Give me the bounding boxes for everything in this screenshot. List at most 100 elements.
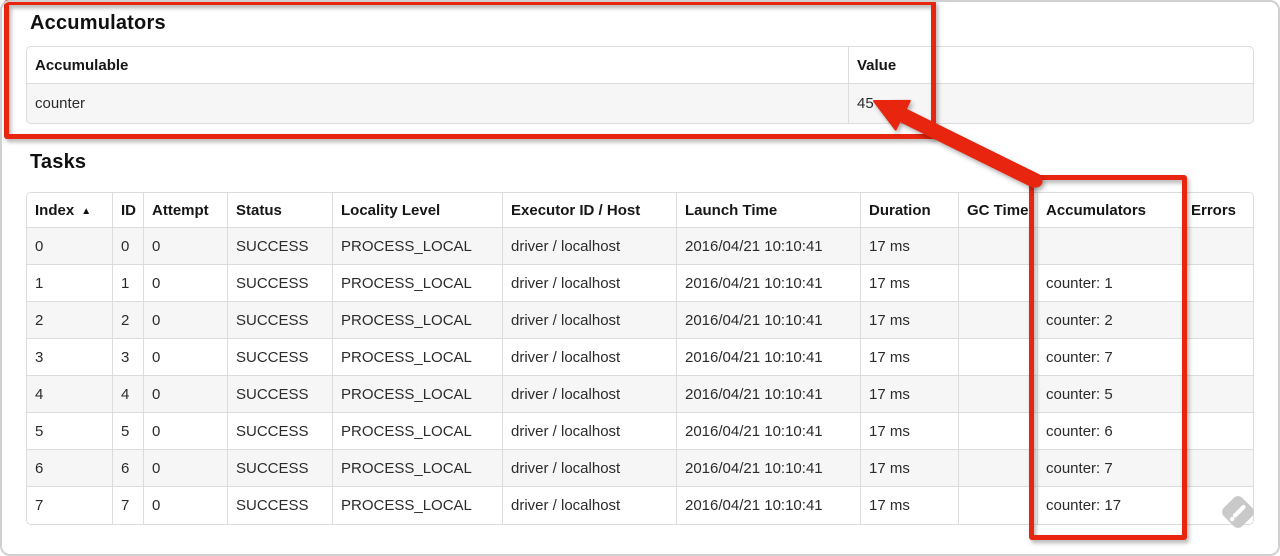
- tasks-section-heading: Tasks: [30, 151, 87, 173]
- col-header-accumulators[interactable]: Accumulators: [1038, 193, 1183, 228]
- cell-accumulators: [1038, 228, 1183, 265]
- cell-id: 7: [113, 487, 144, 524]
- cell-attempt: 0: [144, 487, 228, 524]
- cell-index: 4: [27, 376, 113, 413]
- task-row: 0 0 0 SUCCESS PROCESS_LOCAL driver / loc…: [27, 228, 1253, 265]
- accumulators-table: Accumulable Value counter 45: [26, 46, 1254, 124]
- tasks-table: Index ▲ ID Attempt Status Locality Level …: [26, 192, 1254, 525]
- cell-attempt: 0: [144, 302, 228, 339]
- cell-locality-level: PROCESS_LOCAL: [333, 339, 503, 376]
- tasks-header-row: Index ▲ ID Attempt Status Locality Level …: [27, 193, 1253, 228]
- col-header-gc-time[interactable]: GC Time: [959, 193, 1038, 228]
- col-header-executor-id-host[interactable]: Executor ID / Host: [503, 193, 677, 228]
- cell-accumulable-value: 45: [849, 84, 1253, 123]
- accumulators-section-heading: Accumulators: [30, 12, 166, 34]
- cell-launch-time: 2016/04/21 10:10:41: [677, 376, 861, 413]
- task-row: 3 3 0 SUCCESS PROCESS_LOCAL driver / loc…: [27, 339, 1253, 376]
- col-header-locality-level[interactable]: Locality Level: [333, 193, 503, 228]
- col-header-errors[interactable]: Errors: [1183, 193, 1253, 228]
- cell-duration: 17 ms: [861, 339, 959, 376]
- col-header-value: Value: [849, 47, 1253, 84]
- cell-locality-level: PROCESS_LOCAL: [333, 376, 503, 413]
- cell-id: 1: [113, 265, 144, 302]
- col-header-index[interactable]: Index ▲: [27, 193, 113, 228]
- cell-duration: 17 ms: [861, 302, 959, 339]
- cell-status: SUCCESS: [228, 265, 333, 302]
- cell-id: 2: [113, 302, 144, 339]
- col-header-launch-time[interactable]: Launch Time: [677, 193, 861, 228]
- cell-duration: 17 ms: [861, 450, 959, 487]
- cell-status: SUCCESS: [228, 413, 333, 450]
- cell-attempt: 0: [144, 450, 228, 487]
- cell-status: SUCCESS: [228, 450, 333, 487]
- cell-executor-id-host: driver / localhost: [503, 265, 677, 302]
- cell-launch-time: 2016/04/21 10:10:41: [677, 413, 861, 450]
- cell-duration: 17 ms: [861, 487, 959, 524]
- col-header-duration[interactable]: Duration: [861, 193, 959, 228]
- cell-id: 3: [113, 339, 144, 376]
- task-row: 6 6 0 SUCCESS PROCESS_LOCAL driver / loc…: [27, 450, 1253, 487]
- col-header-id[interactable]: ID: [113, 193, 144, 228]
- cell-id: 6: [113, 450, 144, 487]
- cell-accumulators: counter: 6: [1038, 413, 1183, 450]
- cell-locality-level: PROCESS_LOCAL: [333, 302, 503, 339]
- cell-accumulators: counter: 2: [1038, 302, 1183, 339]
- col-header-attempt[interactable]: Attempt: [144, 193, 228, 228]
- cell-gc-time: [959, 228, 1038, 265]
- cell-index: 1: [27, 265, 113, 302]
- cell-index: 5: [27, 413, 113, 450]
- cell-status: SUCCESS: [228, 487, 333, 524]
- cell-accumulable-name: counter: [27, 84, 849, 123]
- cell-accumulators: counter: 17: [1038, 487, 1183, 524]
- task-row: 2 2 0 SUCCESS PROCESS_LOCAL driver / loc…: [27, 302, 1253, 339]
- cell-executor-id-host: driver / localhost: [503, 339, 677, 376]
- cell-gc-time: [959, 450, 1038, 487]
- cell-launch-time: 2016/04/21 10:10:41: [677, 487, 861, 524]
- cell-index: 0: [27, 228, 113, 265]
- cell-errors: [1183, 450, 1253, 487]
- cell-duration: 17 ms: [861, 265, 959, 302]
- cell-locality-level: PROCESS_LOCAL: [333, 450, 503, 487]
- cell-accumulators: counter: 7: [1038, 450, 1183, 487]
- cell-index: 3: [27, 339, 113, 376]
- cell-index: 6: [27, 450, 113, 487]
- task-row: 7 7 0 SUCCESS PROCESS_LOCAL driver / loc…: [27, 487, 1253, 524]
- cell-attempt: 0: [144, 413, 228, 450]
- accumulators-header-row: Accumulable Value: [27, 47, 1253, 84]
- cell-executor-id-host: driver / localhost: [503, 228, 677, 265]
- cell-executor-id-host: driver / localhost: [503, 413, 677, 450]
- sort-ascending-icon: ▲: [81, 205, 92, 217]
- cell-id: 5: [113, 413, 144, 450]
- cell-duration: 17 ms: [861, 228, 959, 265]
- cell-id: 0: [113, 228, 144, 265]
- task-row: 4 4 0 SUCCESS PROCESS_LOCAL driver / loc…: [27, 376, 1253, 413]
- cell-index: 2: [27, 302, 113, 339]
- task-row: 1 1 0 SUCCESS PROCESS_LOCAL driver / loc…: [27, 265, 1253, 302]
- cell-launch-time: 2016/04/21 10:10:41: [677, 450, 861, 487]
- cell-gc-time: [959, 302, 1038, 339]
- cell-executor-id-host: driver / localhost: [503, 487, 677, 524]
- col-header-index-label: Index: [35, 201, 75, 219]
- cell-status: SUCCESS: [228, 339, 333, 376]
- cell-gc-time: [959, 339, 1038, 376]
- cell-executor-id-host: driver / localhost: [503, 302, 677, 339]
- cell-errors: [1183, 265, 1253, 302]
- cell-launch-time: 2016/04/21 10:10:41: [677, 228, 861, 265]
- cell-launch-time: 2016/04/21 10:10:41: [677, 302, 861, 339]
- cell-locality-level: PROCESS_LOCAL: [333, 228, 503, 265]
- cell-id: 4: [113, 376, 144, 413]
- cell-locality-level: PROCESS_LOCAL: [333, 487, 503, 524]
- cell-accumulators: counter: 5: [1038, 376, 1183, 413]
- cell-errors: [1183, 228, 1253, 265]
- col-header-status[interactable]: Status: [228, 193, 333, 228]
- cell-status: SUCCESS: [228, 228, 333, 265]
- feedly-watermark-icon: [1222, 496, 1254, 528]
- cell-launch-time: 2016/04/21 10:10:41: [677, 265, 861, 302]
- cell-duration: 17 ms: [861, 376, 959, 413]
- cell-errors: [1183, 302, 1253, 339]
- cell-errors: [1183, 339, 1253, 376]
- task-row: 5 5 0 SUCCESS PROCESS_LOCAL driver / loc…: [27, 413, 1253, 450]
- cell-launch-time: 2016/04/21 10:10:41: [677, 339, 861, 376]
- cell-errors: [1183, 413, 1253, 450]
- cell-gc-time: [959, 413, 1038, 450]
